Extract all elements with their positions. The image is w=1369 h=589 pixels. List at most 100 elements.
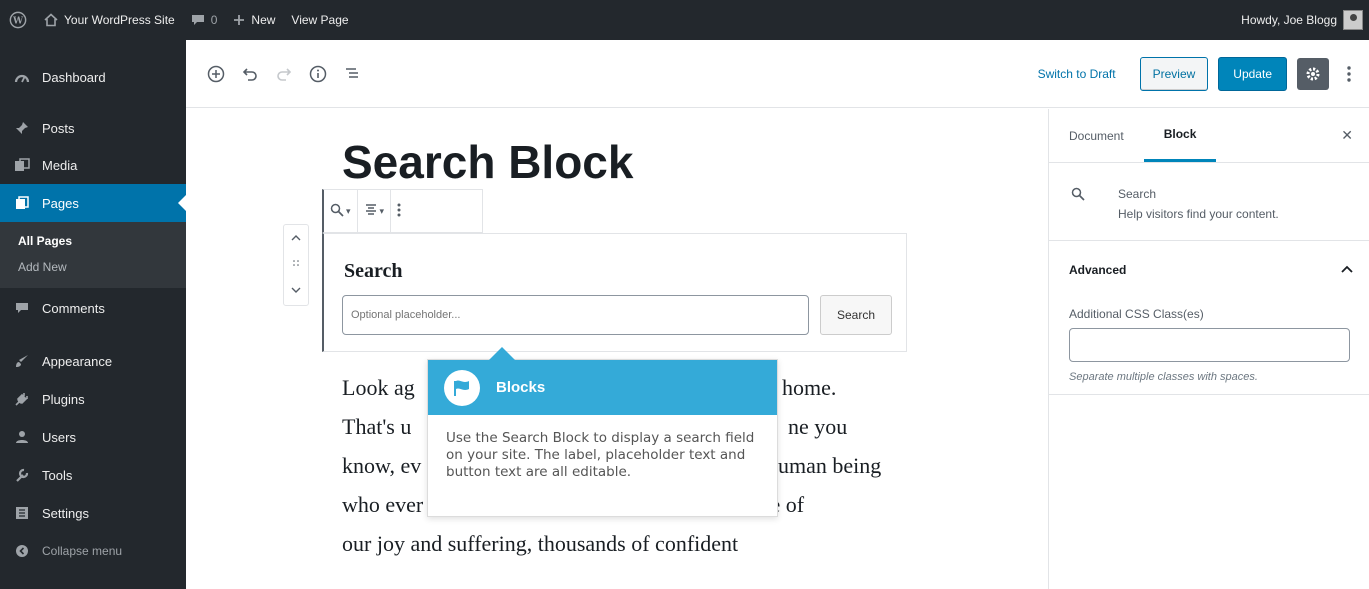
sidebar-item-dashboard[interactable]: Dashboard — [0, 58, 186, 96]
advanced-panel-toggle[interactable]: Advanced — [1069, 263, 1126, 277]
sidebar-item-label: Appearance — [42, 353, 113, 369]
settings-icon — [12, 506, 32, 520]
pages-submenu: All Pages Add New — [0, 222, 186, 288]
block-toolbar: ▾ ▾ — [322, 189, 483, 233]
sidebar-item-settings[interactable]: Settings — [0, 494, 186, 532]
wordpress-logo-icon[interactable]: W — [0, 0, 36, 40]
undo-icon[interactable] — [234, 58, 266, 90]
update-button[interactable]: Update — [1218, 56, 1287, 91]
flag-icon — [444, 369, 480, 406]
more-options-icon[interactable] — [1339, 65, 1359, 83]
plus-icon — [233, 14, 245, 26]
blocks-tooltip-popover: Blocks Use the Search Block to display a… — [427, 347, 778, 517]
sidebar-item-users[interactable]: Users — [0, 418, 186, 456]
comments-link[interactable]: 0 — [183, 0, 226, 40]
sidebar-item-tools[interactable]: Tools — [0, 456, 186, 494]
sidebar-item-label: Dashboard — [42, 69, 106, 85]
search-placeholder-input[interactable] — [342, 295, 809, 335]
sidebar-item-plugins[interactable]: Plugins — [0, 380, 186, 418]
collapse-icon — [12, 544, 32, 558]
css-class-label: Additional CSS Class(es) — [1069, 307, 1204, 321]
switch-to-draft-button[interactable]: Switch to Draft — [1024, 67, 1130, 81]
sidebar-item-label: Plugins — [42, 391, 85, 407]
site-name: Your WordPress Site — [64, 13, 175, 27]
account-menu[interactable]: Howdy, Joe Blogg — [1233, 0, 1369, 40]
new-label: New — [251, 13, 276, 27]
sidebar-item-label: Tools — [42, 467, 73, 483]
sidebar-item-label: Pages — [42, 195, 79, 211]
sidebar-item-label: Posts — [42, 120, 75, 136]
editor-header-toolbar: Switch to Draft Preview Update — [186, 40, 1369, 108]
tab-block[interactable]: Block — [1143, 109, 1217, 162]
block-switcher[interactable]: ▾ — [324, 190, 358, 232]
admin-sidebar: Dashboard Posts Media Pages All Pages Ad… — [0, 40, 186, 589]
tab-document[interactable]: Document — [1049, 109, 1144, 162]
paragraph-line: our joy and suffering, thousands of conf… — [342, 531, 739, 556]
more-options-icon — [397, 202, 401, 220]
preview-button[interactable]: Preview — [1139, 56, 1209, 91]
popover-body: Use the Search Block to display a search… — [446, 430, 755, 480]
pin-icon — [12, 121, 32, 135]
alignment-control[interactable]: ▾ — [358, 190, 392, 232]
svg-text:W: W — [12, 17, 24, 27]
block-card: Search Help visitors find your content. — [1049, 163, 1369, 241]
search-block[interactable]: Search Search — [322, 233, 907, 352]
comment-icon — [12, 302, 32, 314]
new-content-link[interactable]: New — [225, 0, 283, 40]
drag-handle-icon[interactable] — [292, 259, 300, 270]
avatar — [1343, 10, 1363, 30]
move-up-icon[interactable] — [291, 233, 301, 244]
align-center-icon — [364, 203, 378, 219]
block-navigation-icon[interactable] — [336, 58, 368, 90]
users-icon — [12, 430, 32, 444]
css-class-input[interactable] — [1069, 328, 1350, 362]
sidebar-item-label: Settings — [42, 505, 89, 521]
block-more-options[interactable] — [391, 190, 407, 232]
sidebar-item-appearance[interactable]: Appearance — [0, 342, 186, 380]
view-page-link[interactable]: View Page — [283, 0, 356, 40]
home-icon — [44, 13, 58, 27]
chevron-up-icon[interactable] — [1341, 261, 1353, 276]
collapse-menu-button[interactable]: Collapse menu — [0, 532, 186, 570]
sidebar-item-comments[interactable]: Comments — [0, 288, 186, 328]
css-class-help: Separate multiple classes with spaces. — [1069, 371, 1258, 383]
block-card-description: Help visitors find your content. — [1118, 207, 1279, 221]
submenu-add-new[interactable]: Add New — [0, 254, 186, 280]
chevron-down-icon: ▾ — [379, 205, 385, 216]
sidebar-item-label: Media — [42, 157, 78, 173]
editor-canvas: Search Block ▾ ▾ Search Search Look agho… — [186, 109, 1048, 589]
plug-icon — [12, 392, 32, 406]
comment-icon — [191, 14, 205, 26]
sidebar-item-pages[interactable]: Pages — [0, 184, 186, 222]
search-button[interactable]: Search — [820, 295, 892, 335]
wrench-icon — [12, 468, 32, 482]
block-card-title: Search — [1118, 187, 1157, 201]
move-down-icon[interactable] — [291, 286, 301, 297]
advanced-panel: Advanced Additional CSS Class(es) Separa… — [1049, 241, 1369, 395]
redo-icon[interactable] — [268, 58, 300, 90]
settings-sidebar: Document Block ✕ Search Help visitors fi… — [1048, 109, 1369, 589]
close-icon[interactable]: ✕ — [1341, 127, 1353, 144]
dashboard-icon — [12, 70, 32, 84]
media-icon — [12, 158, 32, 172]
block-mover — [283, 224, 309, 306]
brush-icon — [12, 354, 32, 368]
collapse-label: Collapse menu — [42, 544, 123, 558]
sidebar-item-label: Comments — [42, 300, 105, 316]
popover-title: Blocks — [496, 379, 546, 396]
sidebar-item-media[interactable]: Media — [0, 146, 186, 184]
site-name-link[interactable]: Your WordPress Site — [36, 0, 183, 40]
sidebar-item-posts[interactable]: Posts — [0, 110, 186, 146]
chevron-down-icon: ▾ — [346, 205, 351, 216]
submenu-all-pages[interactable]: All Pages — [0, 228, 186, 254]
add-block-icon[interactable] — [200, 58, 232, 90]
admin-bar: W Your WordPress Site 0 New View Page Ho… — [0, 0, 1369, 40]
comments-count: 0 — [210, 13, 218, 27]
post-title[interactable]: Search Block — [342, 135, 633, 189]
settings-tabs: Document Block ✕ — [1049, 109, 1369, 163]
info-icon[interactable] — [302, 58, 334, 90]
pages-icon — [12, 196, 32, 210]
settings-gear-icon[interactable] — [1297, 57, 1329, 90]
search-icon — [1071, 187, 1085, 204]
search-block-label[interactable]: Search — [344, 260, 403, 283]
